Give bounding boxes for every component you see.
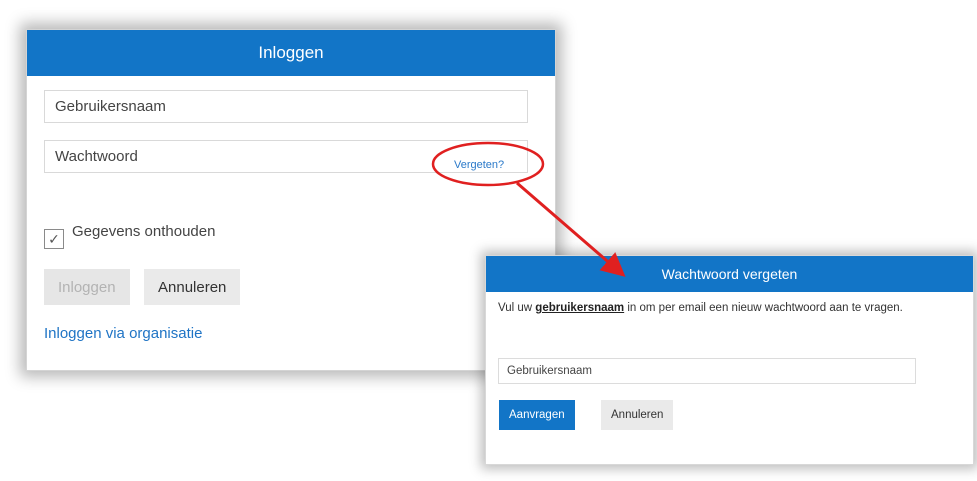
username-input[interactable]: Gebruikersnaam [44,90,528,123]
remember-me-label: Gegevens onthouden [72,223,216,240]
forgot-password-dialog-header: Wachtwoord vergeten [486,256,973,292]
username-placeholder: Gebruikersnaam [55,98,166,115]
description-text-start: Vul uw [498,302,536,314]
forgot-password-dialog-title: Wachtwoord vergeten [661,266,798,282]
forgot-username-input[interactable]: Gebruikersnaam [498,358,916,384]
remember-me-checkbox[interactable]: ✓ [44,229,64,249]
forgot-password-link[interactable]: Vergeten? [454,159,504,171]
request-button[interactable]: Aanvragen [499,400,575,430]
login-button[interactable]: Inloggen [44,269,130,305]
password-placeholder: Wachtwoord [55,148,138,165]
login-via-organisation-link[interactable]: Inloggen via organisatie [44,325,202,342]
forgot-cancel-button[interactable]: Annuleren [601,400,674,430]
forgot-password-description: Vul uw gebruikersnaam in om per email ee… [498,298,966,318]
description-text-end: in om per email een nieuw wachtwoord aan… [624,302,903,314]
login-dialog: Inloggen Gebruikersnaam Wachtwoord Verge… [27,30,555,370]
forgot-username-placeholder: Gebruikersnaam [507,365,593,377]
remember-me-row[interactable]: ✓ Gegevens onthouden [44,223,215,249]
forgot-password-dialog: Wachtwoord vergeten Vul uw gebruikersnaa… [486,256,973,464]
check-icon: ✓ [48,230,60,247]
description-username-emphasis: gebruikersnaam [535,302,625,314]
login-cancel-button[interactable]: Annuleren [144,269,241,305]
login-dialog-header: Inloggen [27,30,555,76]
login-dialog-title: Inloggen [258,43,324,62]
